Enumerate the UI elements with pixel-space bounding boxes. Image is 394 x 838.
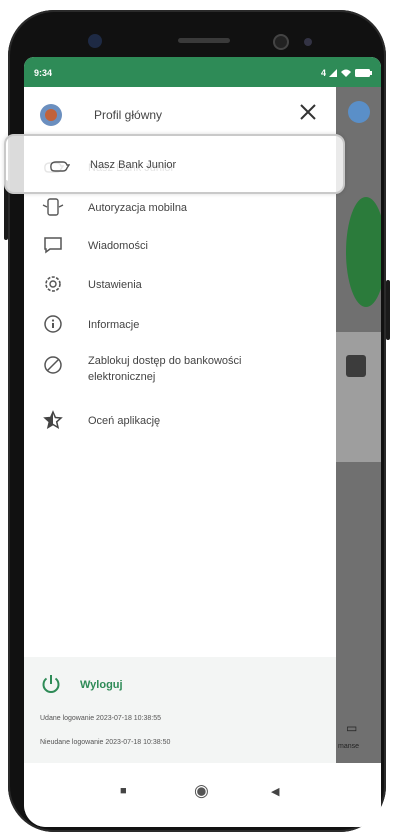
background-icon (346, 355, 366, 377)
menu-item-ocen-aplikacje[interactable]: Oceń aplikację (24, 401, 336, 439)
finance-icon: ▭ (346, 721, 358, 735)
recents-button[interactable]: ■ (120, 785, 127, 797)
failed-login-info: Nieudane logowanie 2023-07-18 10:38:50 (40, 739, 171, 746)
highlight-frame: Nasz Bank Junior (4, 134, 345, 194)
earpiece-speaker (178, 38, 230, 43)
highlight-icon (48, 156, 71, 181)
power-button (386, 280, 390, 340)
drawer-footer: Wyloguj Udane logowanie 2023-07-18 10:38… (24, 657, 336, 763)
menu-item-label: Oceń aplikację (88, 415, 161, 427)
message-icon (42, 235, 64, 255)
background-nav-label: manse (338, 743, 360, 750)
info-icon (42, 314, 64, 334)
background-card (336, 332, 381, 462)
menu-item-label: Ustawienia (88, 279, 142, 291)
menu-item-wiadomosci[interactable]: Wiadomości (24, 226, 336, 264)
menu-item-label: Zablokuj dostęp do bankowości elektronic… (88, 355, 242, 383)
gear-icon (42, 274, 64, 294)
avatar (348, 101, 370, 123)
menu-item-zablokuj-dostep[interactable]: Zablokuj dostęp do bankowości elektronic… (24, 343, 336, 399)
back-button[interactable]: ◀ (271, 785, 279, 798)
signal-wifi-battery-icon: 4 (321, 68, 372, 78)
status-time: 9:34 (34, 68, 53, 78)
android-nav-bar: ■ ◉ ◀ (24, 763, 381, 827)
menu-item-informacje[interactable]: Informacje (24, 305, 336, 343)
success-login-info: Udane logowanie 2023-07-18 10:38:55 (40, 715, 162, 722)
account-circle (346, 197, 381, 307)
mobile-auth-icon (42, 197, 64, 217)
logout-button[interactable]: Wyloguj (40, 673, 240, 701)
menu-item-ustawienia[interactable]: Ustawienia (24, 265, 336, 303)
drawer-header: Profil główny (24, 87, 336, 139)
status-bar: 9:34 4 (24, 57, 381, 87)
power-icon (40, 673, 62, 695)
front-camera (88, 34, 102, 48)
menu-item-label: Wiadomości (88, 240, 148, 252)
junior-piggy-icon (50, 161, 71, 172)
block-icon (42, 355, 64, 375)
close-icon[interactable] (296, 102, 320, 126)
status-icons: 4 (321, 66, 373, 81)
profile-title[interactable]: Profil główny (94, 108, 162, 122)
menu-item-label: Autoryzacja mobilna (88, 202, 188, 214)
star-rate-icon (42, 410, 64, 430)
logout-label: Wyloguj (80, 679, 123, 691)
menu-item-label: Informacje (88, 319, 140, 331)
highlight-label[interactable]: Nasz Bank Junior (90, 159, 176, 171)
profile-avatar (40, 104, 62, 126)
sensor-icon (273, 34, 289, 50)
svg-text:4: 4 (321, 68, 327, 78)
proximity-sensor (304, 38, 312, 46)
home-button[interactable]: ◉ (194, 781, 209, 801)
